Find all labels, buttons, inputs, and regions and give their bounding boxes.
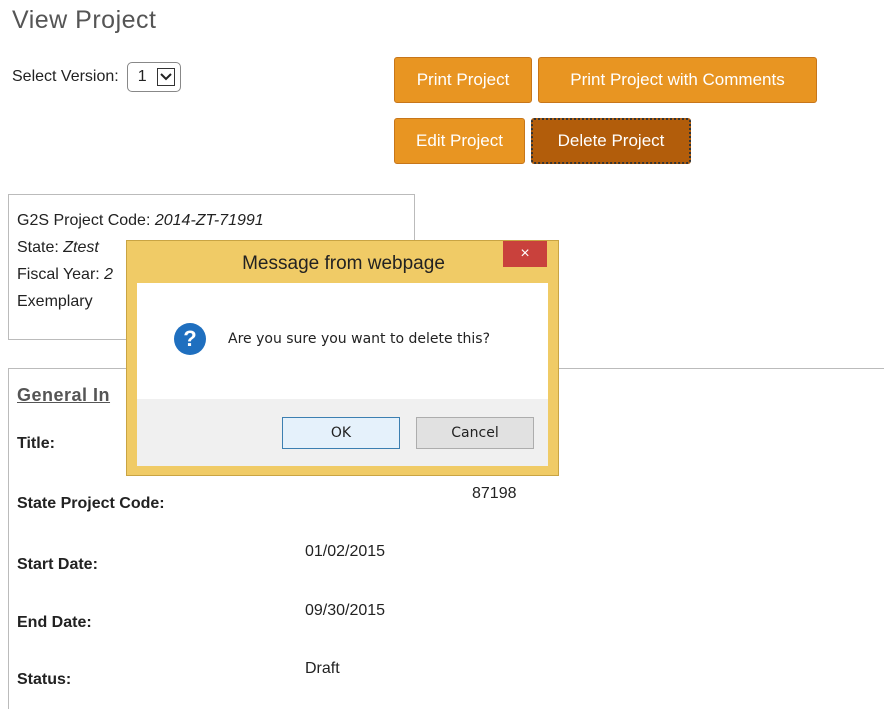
state-label: State:	[17, 239, 64, 256]
section-title: General In	[17, 385, 111, 405]
state-project-code-label: State Project Code:	[17, 495, 165, 512]
page-title: View Project	[12, 6, 157, 34]
start-date-value: 01/02/2015	[305, 543, 386, 560]
dialog-message: Are you sure you want to delete this?	[228, 331, 490, 347]
chevron-down-icon	[156, 68, 175, 86]
state-project-code-value: 87198	[472, 485, 517, 502]
close-button[interactable]: ×	[503, 241, 547, 267]
ok-button[interactable]: OK	[282, 417, 400, 449]
question-icon: ?	[174, 323, 206, 355]
version-value: 1	[137, 68, 147, 85]
version-label: Select Version:	[12, 68, 119, 85]
start-date-label: Start Date:	[17, 556, 98, 573]
version-select[interactable]: 1	[126, 62, 181, 92]
confirm-dialog: Message from webpage × ? Are you sure yo…	[126, 240, 559, 476]
delete-project-button[interactable]: Delete Project	[531, 118, 691, 164]
end-date-label: End Date:	[17, 614, 92, 631]
project-code-value: 2014-ZT-71991	[154, 212, 264, 229]
print-project-comments-button[interactable]: Print Project with Comments	[538, 57, 817, 103]
print-project-button[interactable]: Print Project	[394, 57, 532, 103]
project-code-line: G2S Project Code: 2014-ZT-71991	[17, 207, 406, 234]
status-label: Status:	[17, 671, 72, 688]
fiscal-year-label: Fiscal Year:	[17, 266, 105, 283]
version-row: Select Version: 1	[12, 62, 181, 92]
dialog-body: ? Are you sure you want to delete this? …	[137, 283, 548, 466]
project-code-label: G2S Project Code:	[17, 212, 155, 229]
close-icon: ×	[520, 245, 530, 262]
state-value: Ztest	[63, 239, 99, 256]
fiscal-year-value: 2	[104, 266, 114, 283]
status-value: Draft	[305, 660, 340, 677]
end-date-value: 09/30/2015	[305, 602, 386, 619]
cancel-button[interactable]: Cancel	[416, 417, 534, 449]
dialog-title: Message from webpage	[242, 253, 445, 274]
title-label: Title:	[17, 435, 55, 452]
edit-project-button[interactable]: Edit Project	[394, 118, 525, 164]
